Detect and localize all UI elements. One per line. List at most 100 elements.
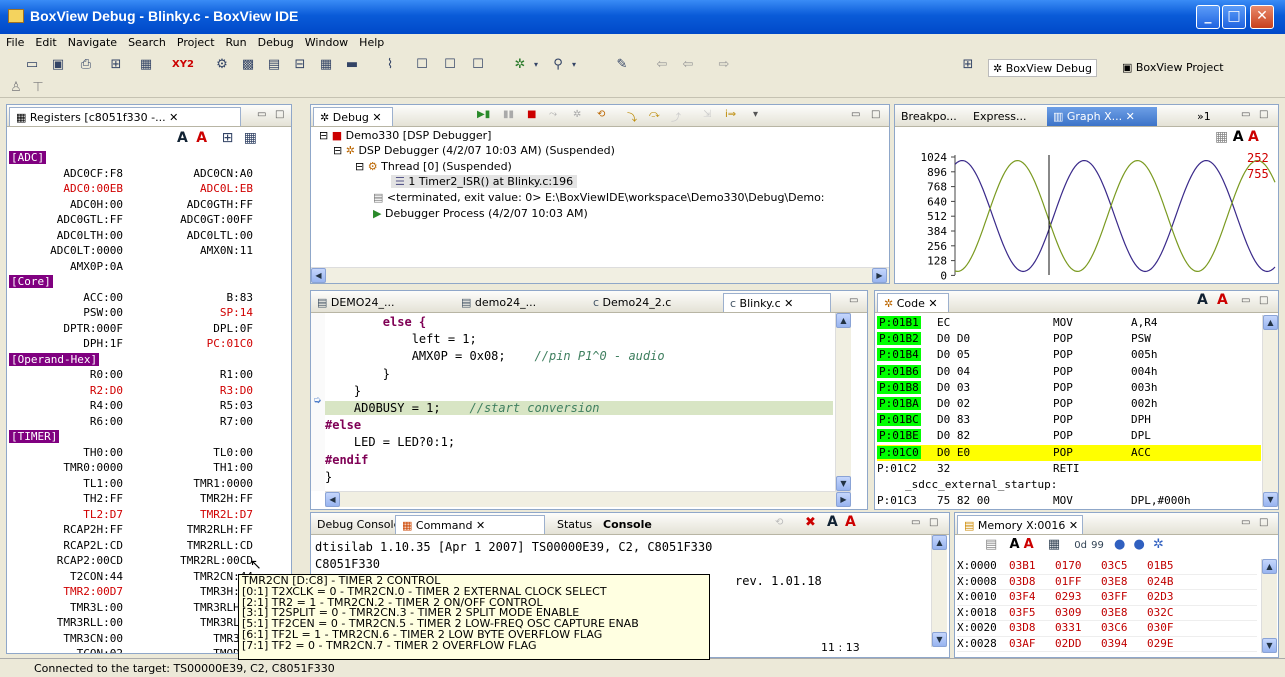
scroll-up-icon[interactable]: ▲ (1262, 559, 1277, 574)
chart-icon[interactable]: ⌇ (382, 57, 398, 73)
perspective-boxview-debug[interactable]: ✲ BoxView Debug (988, 59, 1097, 77)
comment-icon[interactable]: ☐ (414, 57, 430, 73)
pin-icon[interactable]: ♙ (8, 80, 24, 96)
font-color-icon[interactable]: A (1024, 537, 1034, 552)
register-group-header[interactable]: [Operand-Hex] (9, 352, 100, 366)
register-group-header[interactable]: [ADC] (9, 151, 47, 164)
register-value[interactable]: ADC0LTL:00 (187, 229, 253, 242)
scroll-down-icon[interactable]: ▼ (932, 632, 947, 647)
maximize-icon[interactable]: □ (275, 109, 284, 120)
memory-cell[interactable]: 0331 (1055, 621, 1101, 636)
menu-window[interactable]: Window (299, 34, 353, 49)
tree-item-launch[interactable]: ⊟ ■ Demo330 [DSP Debugger] (319, 129, 491, 142)
memory-numeric-icon[interactable]: 99 (1091, 540, 1104, 551)
disassembly-row[interactable]: P:01BC D0 83 POP DPH (877, 412, 1261, 428)
editor-code[interactable]: else { left = 1; AMX0P = 0x08; //pin P1^… (325, 315, 849, 491)
minimize-icon[interactable]: ▭ (1241, 295, 1250, 306)
register-value[interactable]: TMR3L:00 (70, 601, 123, 614)
tree-item-stackframe[interactable]: ☰ 1 Timer2_ISR() at Blinky.c:196 (391, 175, 578, 188)
memory-cell[interactable]: 029E (1147, 637, 1193, 652)
debug-icon[interactable]: ✲ (512, 57, 528, 73)
register-group-header[interactable]: [TIMER] (9, 430, 60, 443)
memory-format-icon[interactable]: ▦ (1048, 537, 1060, 552)
register-value[interactable]: TMR3RLL:00 (57, 616, 123, 629)
disassembly-row[interactable]: P:01B4 D0 05 POP 005h (877, 347, 1261, 363)
register-value[interactable]: T2CON:44 (70, 570, 123, 583)
menu-run[interactable]: Run (220, 34, 252, 49)
font-icon[interactable]: A (827, 514, 838, 530)
memory-cell[interactable]: 03AF (1009, 637, 1055, 652)
memory-next-icon[interactable]: ● (1134, 537, 1145, 552)
register-value[interactable]: ADC0CN:A0 (193, 167, 253, 180)
close-icon[interactable]: ✕ (372, 111, 381, 124)
register-value[interactable]: R7:00 (220, 415, 253, 428)
menu-navigate[interactable]: Navigate (62, 34, 122, 49)
tab-console[interactable]: Console (597, 515, 658, 534)
maximize-icon[interactable]: □ (871, 109, 880, 120)
font-color-icon[interactable]: A (845, 514, 856, 530)
register-value[interactable]: DPL:0F (213, 322, 253, 335)
code-vscrollbar[interactable]: ▲ ▼ (1262, 315, 1278, 507)
close-icon[interactable]: ✕ (781, 297, 793, 310)
memory-icon[interactable]: ▤ (266, 57, 282, 73)
graph-settings-icon[interactable]: ▦ (1215, 129, 1228, 145)
register-value[interactable]: SP:14 (220, 306, 253, 319)
search-dropdown-icon[interactable]: ▾ (566, 57, 582, 73)
scroll-left-icon[interactable]: ◀ (325, 492, 340, 507)
terminate-icon[interactable]: ■ (527, 109, 536, 120)
font-icon[interactable]: A (1233, 129, 1244, 145)
minimize-icon[interactable]: ▭ (911, 517, 920, 528)
register-value[interactable]: TMR0:0000 (63, 461, 123, 474)
tab-overflow[interactable]: »1 (1191, 107, 1217, 126)
debug-dropdown-icon[interactable]: ▾ (528, 57, 544, 73)
register-value[interactable]: R4:00 (90, 399, 123, 412)
register-value[interactable]: ADC0LT:0000 (50, 244, 123, 257)
minimize-button[interactable]: _ (1196, 5, 1220, 29)
debug-hscrollbar[interactable]: ◀ ▶ (311, 267, 889, 283)
minimize-icon[interactable]: ▭ (849, 295, 858, 306)
close-icon[interactable]: ✕ (476, 519, 485, 532)
memory-cell[interactable]: 03E8 (1101, 606, 1147, 621)
register-value[interactable]: AMX0P:0A (70, 260, 123, 273)
minimize-icon[interactable]: ▭ (1241, 517, 1250, 528)
register-value[interactable]: DPH:1F (83, 337, 123, 350)
register-value[interactable]: R6:00 (90, 415, 123, 428)
font-icon[interactable]: A (177, 130, 188, 146)
register-value[interactable]: TMR2H:FF (200, 492, 253, 505)
maximize-icon[interactable]: □ (1259, 517, 1268, 528)
register-value[interactable]: RCAP2H:FF (63, 523, 123, 536)
disconnect-icon[interactable]: ⤳ (549, 109, 557, 120)
table-icon[interactable]: ▦ (318, 57, 334, 73)
minimize-icon[interactable]: ▭ (1241, 109, 1250, 120)
minimize-icon[interactable]: ▭ (851, 109, 860, 120)
scroll-right-icon[interactable]: ▶ (872, 268, 887, 283)
memory-cell[interactable]: 02DD (1055, 637, 1101, 652)
scroll-left-icon[interactable]: ◀ (311, 268, 326, 283)
step-over-icon[interactable]: ⤼ (649, 109, 660, 120)
tab-demo24[interactable]: ▤ demo24_... (455, 293, 585, 312)
search-icon[interactable]: ⚲ (550, 57, 566, 73)
scroll-down-icon[interactable]: ▼ (1263, 492, 1278, 507)
disassembly-row[interactable]: P:01C2 32 RETI (877, 461, 1261, 477)
register-value[interactable]: TMR2RL:00CD (180, 554, 253, 567)
step-into-icon[interactable]: ⤵ (627, 109, 637, 124)
disassembly-row[interactable]: P:01B1 EC MOV A,R4 (877, 315, 1261, 331)
register-value[interactable]: TH2:FF (83, 492, 123, 505)
tab-graph[interactable]: ▥ Graph X... ✕ (1047, 107, 1157, 126)
save-icon[interactable]: ▣ (50, 57, 66, 73)
memory-cell[interactable]: 032C (1147, 606, 1193, 621)
memory-cell[interactable]: 03D8 (1009, 621, 1055, 636)
close-icon[interactable]: ✕ (1069, 519, 1078, 532)
tab-debug-console[interactable]: Debug Console (311, 515, 406, 534)
register-value[interactable]: R5:03 (220, 399, 253, 412)
register-value[interactable]: TMR3CN:00 (63, 632, 123, 645)
close-icon[interactable]: ✕ (928, 297, 937, 310)
disassembly-row[interactable]: P:01B6 D0 04 POP 004h (877, 364, 1261, 380)
graph-plot[interactable]: 1024 896 768640 512 384 256 1280 (895, 151, 1278, 283)
memory-cell[interactable]: 030F (1147, 621, 1193, 636)
layout-icon[interactable]: ⊞ (222, 130, 234, 146)
comment-2-icon[interactable]: ☐ (442, 57, 458, 73)
tab-status[interactable]: Status (551, 515, 598, 534)
memory-cell[interactable]: 01B5 (1147, 559, 1193, 574)
perspective-boxview-project[interactable]: ▣ BoxView Project (1118, 59, 1228, 77)
